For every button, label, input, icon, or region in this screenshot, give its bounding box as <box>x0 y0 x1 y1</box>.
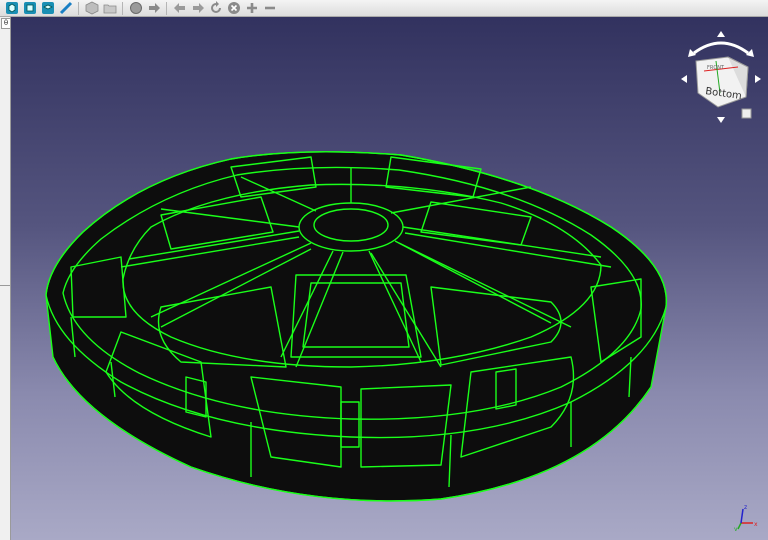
view-front-button[interactable] <box>21 1 38 16</box>
zoom-in-button[interactable] <box>243 1 260 16</box>
refresh-button[interactable] <box>207 1 224 16</box>
cube-edge-label: FRONT <box>707 65 725 71</box>
panel-float-button[interactable]: θ <box>1 18 11 29</box>
view-menu-icon <box>741 108 752 119</box>
folder-icon <box>103 4 116 14</box>
navigation-cube[interactable]: Bottom FRONT <box>676 31 766 123</box>
view-iso-icon <box>5 2 18 14</box>
nav-back-button[interactable] <box>171 1 188 16</box>
panel-divider[interactable] <box>0 285 10 286</box>
axis-y-label: y <box>734 526 738 531</box>
nav-back-icon <box>173 3 185 13</box>
view-iso-button[interactable] <box>3 1 20 16</box>
rotate-up-icon <box>717 31 725 37</box>
toolbar-separator <box>122 1 123 15</box>
toolbar-separator <box>78 1 79 15</box>
3d-viewport[interactable]: Bottom FRONT x y z <box>11 17 768 540</box>
nav-forward-icon <box>192 3 204 13</box>
wheel-body <box>45 151 668 502</box>
rotate-right-icon <box>755 75 761 83</box>
web-sphere-button[interactable] <box>127 1 144 16</box>
axis-indicator: x y z <box>733 501 763 533</box>
zoom-in-icon <box>246 3 257 13</box>
stop-button[interactable] <box>225 1 242 16</box>
measure-icon <box>59 1 72 15</box>
axis-graphic: x y z <box>734 504 758 533</box>
orbit-arc-icon <box>693 41 749 55</box>
part-button[interactable] <box>83 1 100 16</box>
wheel-model[interactable] <box>11 17 768 540</box>
view-front-icon <box>23 2 36 14</box>
rotate-down-icon <box>717 117 725 123</box>
forward-arrow-icon <box>148 3 160 13</box>
part-icon <box>85 1 98 15</box>
forward-arrow-button[interactable] <box>145 1 162 16</box>
main-toolbar <box>0 0 768 17</box>
web-sphere-icon <box>129 2 142 14</box>
combo-view-panel: θ <box>0 17 11 540</box>
navigation-cube-graphic: Bottom FRONT <box>681 31 761 123</box>
measure-button[interactable] <box>57 1 74 16</box>
hub-inner <box>313 208 389 242</box>
folder-button[interactable] <box>101 1 118 16</box>
axis-z-label: z <box>744 504 747 511</box>
zoom-out-icon <box>264 6 275 10</box>
view-top-icon <box>41 2 54 14</box>
refresh-icon <box>210 1 221 13</box>
toolbar-separator <box>166 1 167 15</box>
zoom-out-button[interactable] <box>261 1 278 16</box>
axis-x-label: x <box>754 521 758 528</box>
rotate-left-icon <box>681 75 687 83</box>
nav-forward-button[interactable] <box>189 1 206 16</box>
stop-icon <box>227 2 240 14</box>
view-top-button[interactable] <box>39 1 56 16</box>
